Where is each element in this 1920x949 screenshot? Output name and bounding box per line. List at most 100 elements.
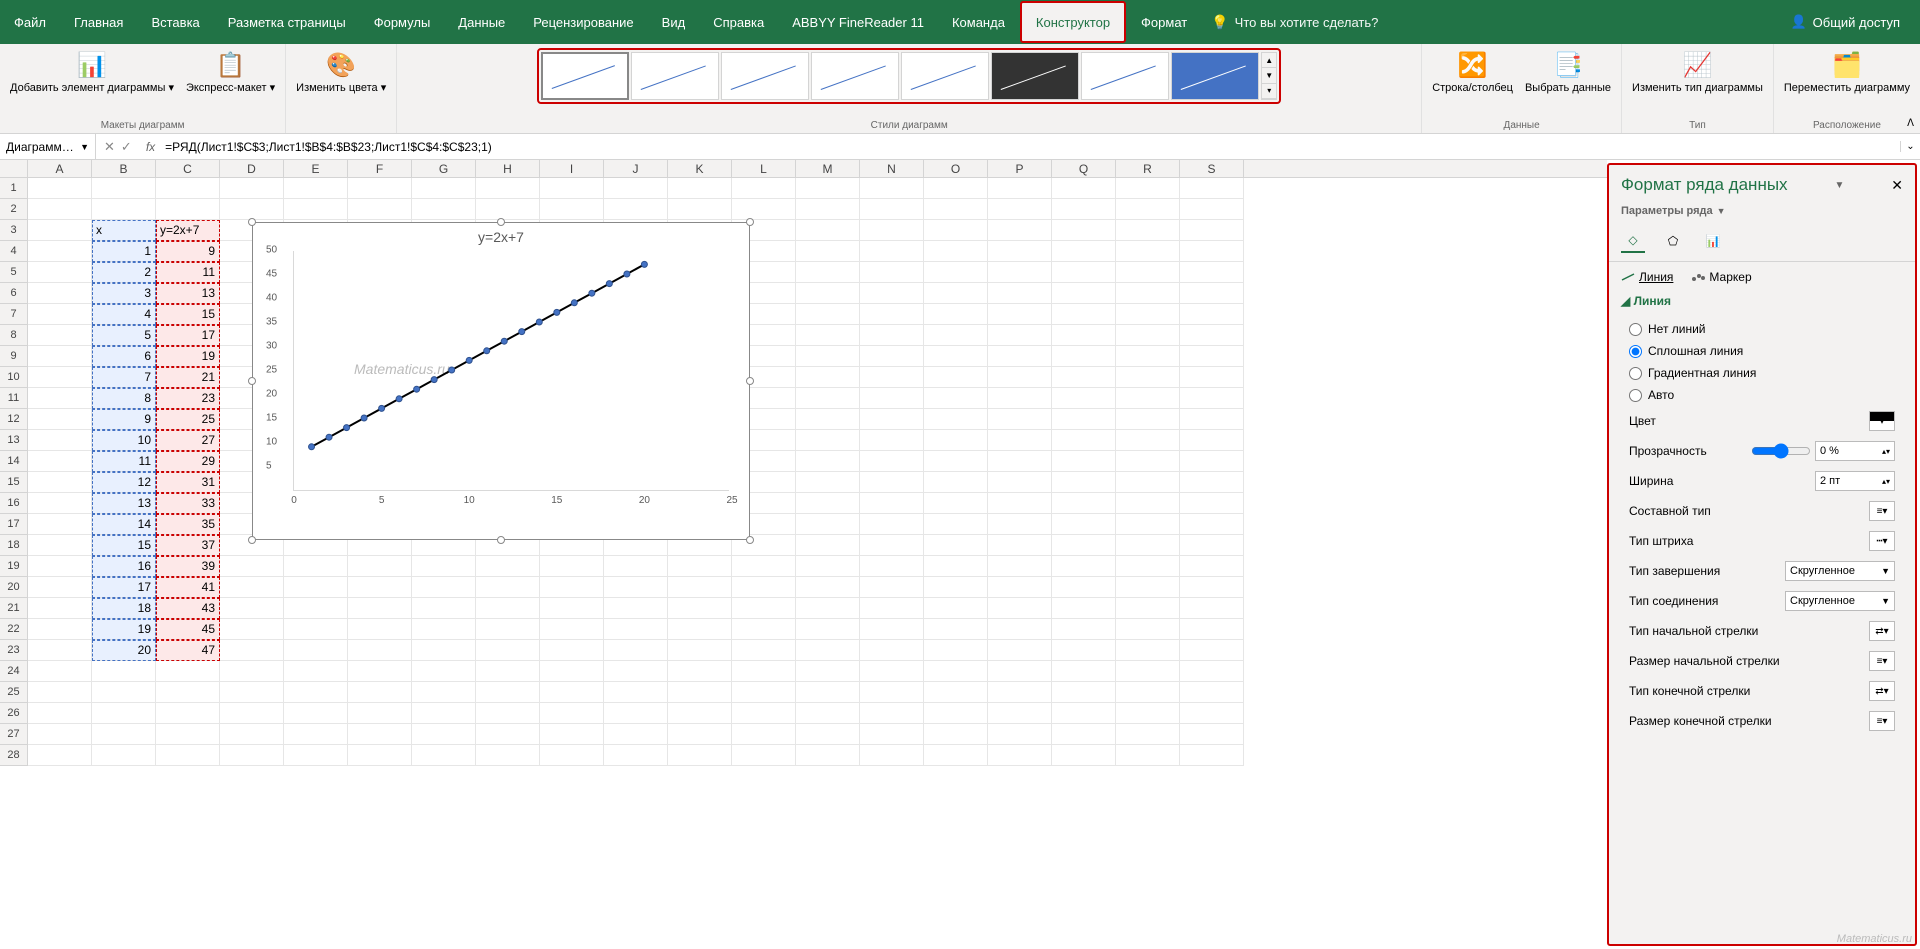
cell[interactable] bbox=[860, 388, 924, 409]
col-header-A[interactable]: A bbox=[28, 160, 92, 177]
cell[interactable] bbox=[92, 745, 156, 766]
cell[interactable]: 47 bbox=[156, 640, 220, 661]
tab-вид[interactable]: Вид bbox=[648, 0, 700, 44]
col-header-K[interactable]: K bbox=[668, 160, 732, 177]
row-header[interactable]: 16 bbox=[0, 493, 28, 514]
cell[interactable] bbox=[1052, 367, 1116, 388]
cell[interactable] bbox=[284, 577, 348, 598]
cell[interactable] bbox=[988, 346, 1052, 367]
cell[interactable] bbox=[860, 556, 924, 577]
row-header[interactable]: 18 bbox=[0, 535, 28, 556]
cell[interactable]: y=2x+7 bbox=[156, 220, 220, 241]
cell[interactable]: 21 bbox=[156, 367, 220, 388]
cell[interactable] bbox=[1180, 367, 1244, 388]
cell[interactable] bbox=[796, 325, 860, 346]
cell[interactable]: 19 bbox=[92, 619, 156, 640]
cell[interactable] bbox=[732, 661, 796, 682]
resize-handle[interactable] bbox=[248, 536, 256, 544]
cell[interactable] bbox=[988, 304, 1052, 325]
cell[interactable] bbox=[1052, 598, 1116, 619]
cell[interactable] bbox=[988, 325, 1052, 346]
col-header-N[interactable]: N bbox=[860, 160, 924, 177]
cell[interactable] bbox=[732, 703, 796, 724]
cell[interactable] bbox=[604, 745, 668, 766]
cell[interactable] bbox=[924, 262, 988, 283]
cell[interactable] bbox=[924, 724, 988, 745]
enter-icon[interactable]: ✓ bbox=[121, 139, 132, 155]
cell[interactable]: 25 bbox=[156, 409, 220, 430]
cell[interactable] bbox=[988, 535, 1052, 556]
cell[interactable] bbox=[796, 367, 860, 388]
cell[interactable] bbox=[860, 304, 924, 325]
cell[interactable] bbox=[796, 409, 860, 430]
cell[interactable]: 31 bbox=[156, 472, 220, 493]
cell[interactable] bbox=[1052, 640, 1116, 661]
arrow-start-size-picker[interactable]: ≡▾ bbox=[1869, 651, 1895, 671]
cell[interactable] bbox=[1116, 619, 1180, 640]
cell[interactable] bbox=[796, 220, 860, 241]
cell[interactable] bbox=[668, 724, 732, 745]
cell[interactable] bbox=[988, 409, 1052, 430]
cell[interactable]: 11 bbox=[92, 451, 156, 472]
cell[interactable] bbox=[348, 661, 412, 682]
cell[interactable] bbox=[1052, 346, 1116, 367]
cell[interactable] bbox=[476, 619, 540, 640]
cell[interactable] bbox=[796, 661, 860, 682]
cell[interactable] bbox=[988, 745, 1052, 766]
cell[interactable]: 18 bbox=[92, 598, 156, 619]
cell[interactable] bbox=[988, 472, 1052, 493]
cell[interactable] bbox=[1052, 409, 1116, 430]
cell[interactable] bbox=[540, 577, 604, 598]
cell[interactable] bbox=[924, 304, 988, 325]
cell[interactable] bbox=[924, 598, 988, 619]
chart-style-5[interactable] bbox=[901, 52, 989, 100]
cell[interactable] bbox=[284, 556, 348, 577]
cell[interactable] bbox=[988, 283, 1052, 304]
cell[interactable] bbox=[796, 283, 860, 304]
row-header[interactable]: 25 bbox=[0, 682, 28, 703]
cell[interactable] bbox=[412, 577, 476, 598]
cell[interactable] bbox=[988, 451, 1052, 472]
row-header[interactable]: 14 bbox=[0, 451, 28, 472]
cell[interactable] bbox=[924, 514, 988, 535]
cell[interactable] bbox=[348, 556, 412, 577]
cell[interactable] bbox=[732, 682, 796, 703]
cell[interactable] bbox=[1116, 493, 1180, 514]
cell[interactable] bbox=[988, 199, 1052, 220]
cell[interactable] bbox=[1180, 451, 1244, 472]
cell[interactable] bbox=[1116, 325, 1180, 346]
cell[interactable] bbox=[28, 745, 92, 766]
cell[interactable] bbox=[796, 472, 860, 493]
col-header-Q[interactable]: Q bbox=[1052, 160, 1116, 177]
tab-формулы[interactable]: Формулы bbox=[360, 0, 445, 44]
cell[interactable]: 15 bbox=[92, 535, 156, 556]
cell[interactable] bbox=[924, 745, 988, 766]
tab-marker[interactable]: Маркер bbox=[1691, 270, 1751, 284]
chart-title[interactable]: y=2x+7 bbox=[253, 223, 749, 251]
tab-данные[interactable]: Данные bbox=[444, 0, 519, 44]
cell[interactable] bbox=[1180, 409, 1244, 430]
cell[interactable] bbox=[988, 703, 1052, 724]
width-input[interactable]: 2 пт▴▾ bbox=[1815, 471, 1895, 491]
cell[interactable] bbox=[860, 346, 924, 367]
series-options-dropdown[interactable]: Параметры ряда ▼ bbox=[1609, 201, 1915, 221]
cell[interactable] bbox=[1052, 472, 1116, 493]
cell[interactable] bbox=[1052, 577, 1116, 598]
cell[interactable] bbox=[220, 556, 284, 577]
resize-handle[interactable] bbox=[497, 536, 505, 544]
cell[interactable] bbox=[28, 241, 92, 262]
cell[interactable] bbox=[348, 724, 412, 745]
radio-auto-line[interactable]: Авто bbox=[1621, 384, 1903, 406]
cell[interactable] bbox=[284, 619, 348, 640]
cell[interactable]: 13 bbox=[156, 283, 220, 304]
name-box[interactable]: Диаграмм… ▼ bbox=[0, 134, 96, 159]
cell[interactable] bbox=[28, 409, 92, 430]
cell[interactable]: 41 bbox=[156, 577, 220, 598]
cell[interactable] bbox=[476, 556, 540, 577]
share-button[interactable]: 👤 Общий доступ bbox=[1790, 14, 1900, 30]
tab-конструктор[interactable]: Конструктор bbox=[1020, 1, 1126, 43]
row-header[interactable]: 21 bbox=[0, 598, 28, 619]
cell[interactable] bbox=[1180, 640, 1244, 661]
cell[interactable] bbox=[924, 577, 988, 598]
cell[interactable] bbox=[1116, 220, 1180, 241]
